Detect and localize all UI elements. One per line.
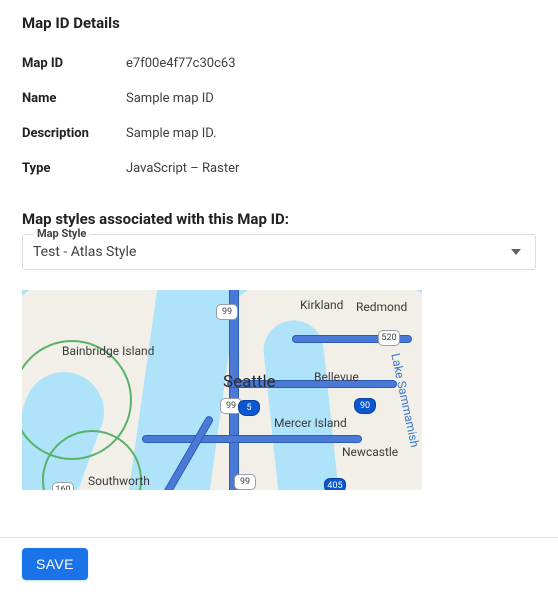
map-label-southworth: Southworth [88,474,150,488]
detail-row-map-id: Map ID e7f00e4f77c30c63 [22,46,536,81]
details-table: Map ID e7f00e4f77c30c63 Name Sample map … [22,46,536,186]
route-shield-99: 99 [216,304,238,320]
detail-label: Map ID [22,56,126,71]
detail-row-type: Type JavaScript – Raster [22,151,536,186]
detail-value: Sample map ID [126,91,214,106]
interstate-shield-90: 90 [354,398,376,414]
associated-styles-title: Map styles associated with this Map ID: [22,210,536,228]
map-style-select-label: Map Style [33,227,90,240]
detail-value: JavaScript – Raster [126,161,239,176]
save-button[interactable]: SAVE [22,548,88,580]
interstate-shield-5: 5 [238,400,260,416]
route-shield-520: 520 [378,330,400,346]
map-preview: Seattle Bellevue Kirkland Redmond Mercer… [22,290,422,490]
interstate-shield-405: 405 [324,478,346,490]
detail-row-name: Name Sample map ID [22,81,536,116]
map-label-bellevue: Bellevue [314,370,359,384]
map-label-bainbridge: Bainbridge Island [62,344,154,358]
map-label-redmond: Redmond [356,300,407,314]
map-style-select-value: Test - Atlas Style [33,244,136,260]
chevron-down-icon [511,249,521,255]
route-shield-160: 160 [52,482,74,490]
footer-bar: SAVE [0,537,558,596]
map-label-kirkland: Kirkland [300,298,343,312]
route-shield-99: 99 [234,474,256,490]
map-label-mercer: Mercer Island [274,416,347,430]
detail-label: Name [22,91,126,106]
section-title: Map ID Details [22,14,536,32]
map-label-seattle: Seattle [223,372,276,392]
map-label-newcastle: Newcastle [342,445,398,459]
detail-row-description: Description Sample map ID. [22,116,536,151]
detail-value: e7f00e4f77c30c63 [126,56,236,71]
detail-label: Type [22,161,126,176]
detail-label: Description [22,126,126,141]
map-style-select[interactable]: Map Style Test - Atlas Style [22,234,536,270]
detail-value: Sample map ID. [126,126,217,141]
